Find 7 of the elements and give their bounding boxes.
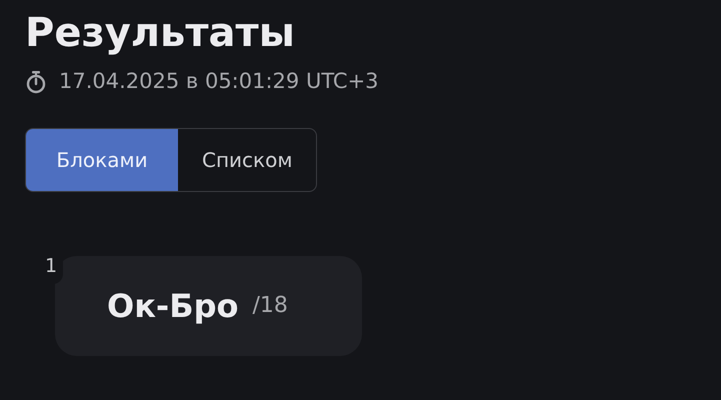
view-toggle-button[interactable]: Списком [178,128,316,190]
page-title: Результаты [25,9,296,58]
stopwatch-icon [25,70,47,94]
team-name: Ок-Бро [107,286,238,326]
timestamp-text: 17.04.2025 в 05:01:29 UTC+3 [59,68,379,95]
score-text: /18 [252,292,288,320]
view-toggle-button[interactable]: Блоками [26,128,178,190]
